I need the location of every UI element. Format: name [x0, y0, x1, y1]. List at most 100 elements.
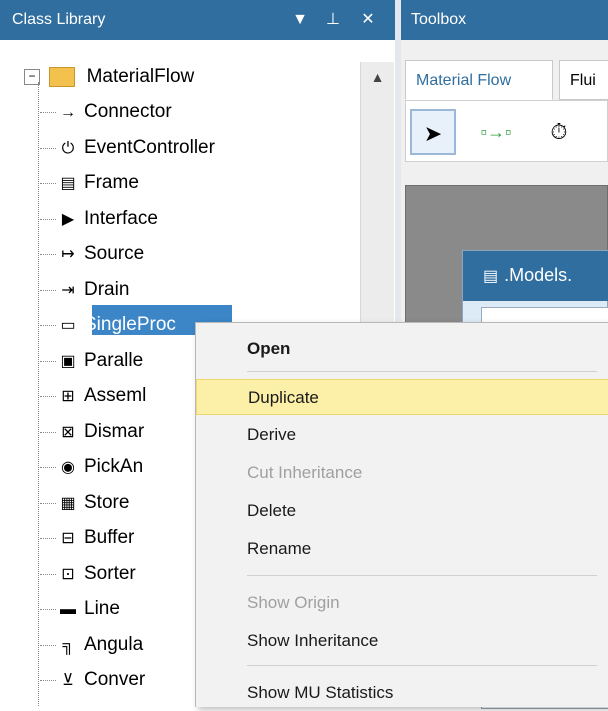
tree-connector-line — [40, 289, 56, 291]
tree-item[interactable]: ▦ Store — [56, 486, 129, 520]
tree-item-label: Sorter — [84, 562, 136, 584]
tree-item-label: EventController — [84, 136, 215, 158]
menu-item-label: Open — [247, 339, 291, 358]
tree-item-label: PickAn — [84, 456, 144, 477]
sorter-icon: ⊡ — [61, 565, 75, 583]
tree-item[interactable]: ▭ SingleProc — [56, 308, 176, 342]
menu-item-duplicate[interactable]: Duplicate — [196, 379, 608, 415]
collapse-icon[interactable]: − — [24, 68, 40, 85]
tree-root-materialflow[interactable]: − MaterialFlow — [24, 60, 194, 94]
singleproc-icon: ▭ — [60, 317, 76, 334]
stopwatch-icon[interactable]: ⏱ — [536, 109, 582, 155]
tree-item[interactable]: ⊡ Sorter — [56, 557, 136, 591]
context-menu: Open Duplicate Derive Cut Inheritance Delete… — [195, 322, 608, 707]
store-icon: ▦ — [60, 494, 76, 512]
tree-item-label: SingleProc — [84, 314, 176, 335]
pickandplace-icon: ◉ — [61, 459, 75, 476]
menu-separator — [247, 575, 597, 576]
tree-item[interactable]: ⇥ Drain — [56, 273, 129, 307]
tree-item-label: Paralle — [84, 349, 144, 371]
tree-item-label: Drain — [84, 278, 130, 300]
menu-item-label: Show MU Statistics — [247, 683, 394, 702]
model-window-title-text: .Models. — [504, 265, 573, 285]
tree-item[interactable]: ⊟ Buffer — [56, 521, 134, 555]
menu-item-derive[interactable]: Derive — [196, 417, 608, 453]
parallelproc-icon: ▣ — [60, 352, 76, 370]
source-icon: ↦ — [61, 246, 75, 263]
connector-icon: → — [60, 104, 76, 121]
tree-item[interactable]: ⏻ EventController — [56, 131, 215, 165]
pointer-icon[interactable]: ➤ — [410, 109, 456, 155]
tree-item[interactable]: ╗ Angula — [56, 628, 143, 662]
converter-icon: ⊻ — [62, 672, 74, 689]
menu-item-delete[interactable]: Delete — [196, 493, 608, 529]
toolbox-tools: ➤ ▫→▫ ⏱ — [405, 100, 608, 162]
menu-item-label: Duplicate — [248, 388, 319, 407]
menu-item-show-origin: Show Origin — [196, 585, 608, 621]
tree-item-label: Store — [84, 491, 130, 513]
tree-item-label: Dismar — [84, 420, 145, 442]
interface-icon: ▶ — [61, 210, 75, 228]
class-library-header: Class Library ▼ ⊥ ✕ — [0, 0, 395, 40]
connector-tool-icon[interactable]: ▫→▫ — [466, 109, 526, 155]
tree-item[interactable]: ▤ Frame — [56, 166, 139, 200]
tab-material-flow[interactable]: Material Flow — [405, 60, 553, 100]
toolbox-header: Toolbox — [401, 0, 608, 40]
tree-item[interactable]: ▬ Line — [56, 592, 120, 626]
menu-item-label: Show Inheritance — [247, 631, 379, 650]
tree-item[interactable]: ▣ Paralle — [56, 344, 143, 378]
tree-item[interactable]: ⊠ Dismar — [56, 415, 144, 449]
tree-root-label: MaterialFlow — [86, 66, 195, 87]
angular-converter-icon: ╗ — [62, 636, 74, 654]
tree-item[interactable]: ▶ Interface — [56, 202, 158, 236]
tree-item-label: Asseml — [84, 385, 147, 406]
tree-item[interactable]: ↦ Source — [56, 237, 144, 271]
menu-item-rename[interactable]: Rename — [196, 531, 608, 567]
menu-item-label: Rename — [247, 539, 312, 558]
tree-item[interactable]: ⊻ Conver — [56, 663, 145, 697]
menu-item-show-inheritance[interactable]: Show Inheritance — [196, 623, 608, 659]
tree-connector-line — [40, 609, 56, 610]
tree-item[interactable]: → Connector — [56, 95, 172, 129]
tree-connector-line — [40, 538, 56, 539]
model-window-title: ▤ .Models. — [483, 265, 572, 286]
tree-connector-line — [40, 573, 56, 575]
tree-connector-line — [40, 680, 56, 681]
line-icon: ▬ — [60, 601, 76, 618]
pin-icon[interactable]: ⊥ — [323, 0, 343, 40]
tree-item[interactable]: ⊞ Asseml — [56, 379, 146, 413]
tree-connector-line — [40, 431, 56, 433]
tree-connector-line — [40, 644, 56, 646]
tree-item-label: Frame — [84, 172, 139, 193]
close-icon[interactable]: ✕ — [358, 0, 378, 40]
tree-item-label: Angula — [84, 633, 144, 655]
frame-icon: ▤ — [60, 175, 76, 192]
tree-item-label: Connector — [84, 101, 172, 122]
menu-item-cut-inheritance: Cut Inheritance — [196, 455, 608, 491]
drain-icon: ⇥ — [61, 281, 75, 299]
menu-separator — [247, 665, 597, 666]
menu-item-label: Cut Inheritance — [247, 463, 363, 482]
buffer-icon: ⊟ — [61, 530, 75, 547]
frame-icon: ▤ — [483, 268, 499, 285]
tree-connector-line — [40, 254, 56, 255]
tree-item-label: Buffer — [84, 527, 135, 548]
chevron-down-icon[interactable]: ▼ — [290, 0, 310, 40]
menu-item-label: Delete — [247, 501, 297, 520]
tree-item[interactable]: ◉ PickAn — [56, 450, 143, 484]
menu-item-open[interactable]: Open — [196, 331, 608, 367]
scroll-up-arrow-icon[interactable]: ▲ — [361, 62, 394, 92]
tree-connector-line — [40, 147, 56, 149]
tree-connector-line — [40, 467, 56, 468]
tab-fluids[interactable]: Flui — [559, 60, 608, 100]
menu-separator — [247, 371, 597, 372]
tree-connector-line — [40, 183, 56, 184]
tree-connector-line — [40, 325, 56, 326]
assembly-icon: ⊞ — [61, 388, 75, 405]
tree-connector-line — [40, 218, 56, 220]
tree-connector-line — [40, 112, 56, 113]
tree-connector-line — [40, 502, 56, 504]
tree-item-label: Source — [84, 243, 145, 264]
tree-connector-line — [40, 360, 56, 362]
dismantle-icon: ⊠ — [61, 423, 75, 441]
